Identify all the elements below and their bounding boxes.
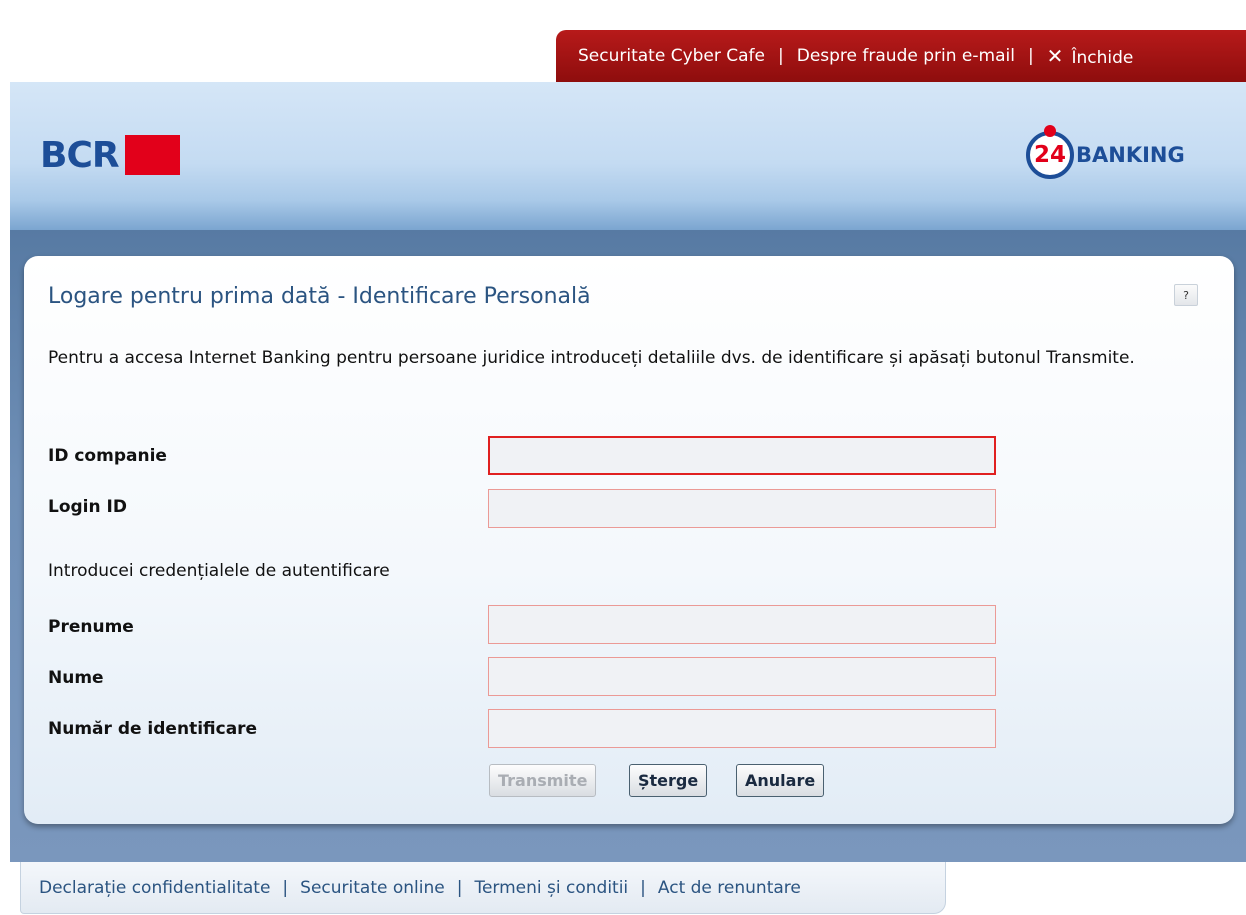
cyber-cafe-security-link[interactable]: Securitate Cyber Cafe — [578, 46, 765, 66]
24-circle-icon: 24 — [1026, 125, 1074, 179]
login-id-input[interactable] — [488, 489, 996, 528]
site-header: BCR 24 BANKING — [10, 82, 1246, 230]
id-number-label: Număr de identificare — [48, 719, 258, 739]
waiver-link[interactable]: Act de renuntare — [658, 878, 801, 898]
close-label: Închide — [1071, 48, 1134, 68]
last-name-label: Nume — [48, 668, 104, 688]
help-button[interactable]: ? — [1174, 284, 1198, 306]
banking-logo-word: BANKING — [1076, 143, 1185, 167]
top-utility-bar: Securitate Cyber Cafe | Despre fraude pr… — [556, 30, 1246, 82]
email-fraud-link[interactable]: Despre fraude prin e-mail — [797, 46, 1015, 66]
separator: | — [778, 46, 784, 66]
last-name-input[interactable] — [488, 657, 996, 696]
terms-link[interactable]: Termeni și conditii — [474, 878, 628, 898]
red-dot — [1044, 125, 1056, 137]
id-number-input[interactable] — [488, 709, 996, 748]
separator: | — [456, 877, 463, 898]
first-name-label: Prenume — [48, 617, 134, 637]
footer-links: Declarație confidentialitate | Securitat… — [20, 862, 946, 914]
close-link[interactable]: ✕ Închide — [1047, 44, 1134, 68]
first-name-input[interactable] — [488, 605, 996, 644]
separator: | — [640, 877, 646, 898]
login-id-label: Login ID — [48, 497, 127, 517]
24-banking-logo: 24 BANKING — [1026, 120, 1185, 190]
online-security-link[interactable]: Securitate online — [300, 878, 445, 898]
24-logo-number: 24 — [1033, 142, 1066, 168]
cancel-button[interactable]: Anulare — [736, 764, 825, 797]
clear-button[interactable]: Șterge — [629, 764, 708, 797]
bcr-red-square — [124, 135, 180, 175]
separator: | — [282, 877, 289, 898]
bcr-logo: BCR — [40, 130, 180, 180]
separator: | — [1027, 46, 1034, 66]
company-id-label: ID companie — [48, 446, 167, 466]
page-title: Logare pentru prima dată - Identificare … — [48, 284, 591, 309]
intro-text: Pentru a accesa Internet Banking pentru … — [48, 348, 1135, 368]
close-icon: ✕ — [1046, 44, 1064, 68]
credentials-note: Introducei credențialele de autentificar… — [48, 561, 390, 581]
login-panel: Logare pentru prima dată - Identificare … — [24, 256, 1234, 824]
submit-button[interactable]: Transmite — [489, 764, 597, 797]
bcr-logo-text: BCR — [40, 134, 120, 176]
company-id-input[interactable] — [488, 436, 996, 475]
privacy-link[interactable]: Declarație confidentialitate — [39, 878, 270, 898]
